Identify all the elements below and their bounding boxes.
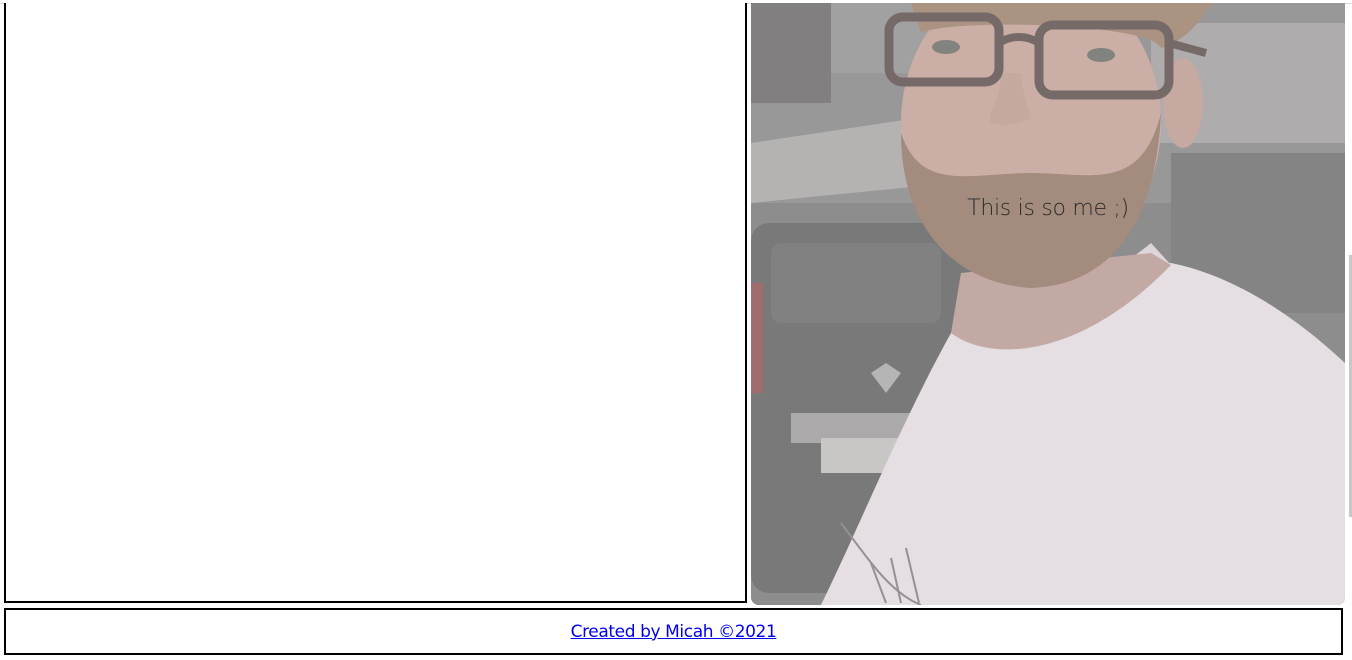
credit-link[interactable]: Created by Micah ©2021 [571, 622, 777, 642]
footer: Created by Micah ©2021 [4, 608, 1343, 655]
photo-caption: This is so me ;) [967, 196, 1129, 221]
content-panel [4, 3, 747, 603]
portrait-photo [751, 3, 1345, 605]
profile-photo-card: This is so me ;) [751, 3, 1345, 605]
